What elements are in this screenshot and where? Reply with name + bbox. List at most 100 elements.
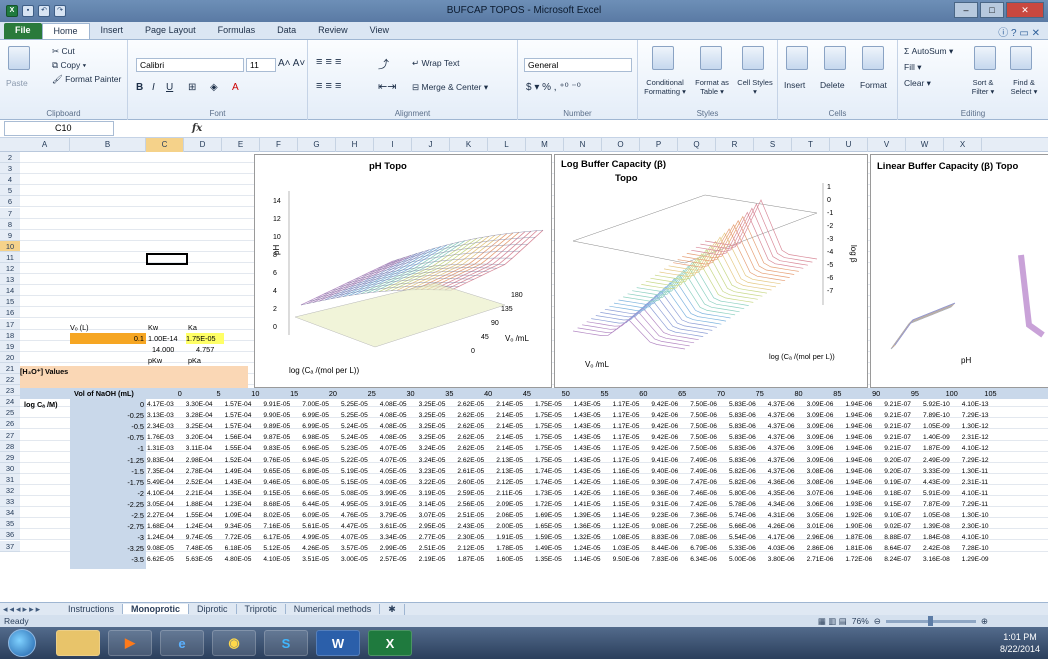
row-header[interactable]: 37 [0, 540, 20, 552]
table-cell[interactable]: 1.76E-03 [146, 432, 185, 443]
table-cell[interactable]: 4.80E-05 [224, 554, 263, 565]
table-cell[interactable]: 2.56E-05 [456, 499, 495, 510]
vol-header-cell[interactable]: 80 [767, 388, 806, 399]
zoom-slider-knob[interactable] [927, 615, 933, 626]
currency-button[interactable]: $ ▾ % , ⁺⁰ ⁻⁰ [526, 82, 581, 93]
row-header[interactable]: 2 [0, 152, 20, 164]
vol-header-cell[interactable]: 90 [844, 388, 883, 399]
column-header[interactable]: C [146, 138, 184, 152]
table-cell[interactable]: 2.98E-04 [185, 455, 224, 466]
table-cell[interactable]: 1.94E-06 [844, 399, 883, 410]
table-cell[interactable]: 6.99E-05 [301, 421, 340, 432]
table-cell[interactable]: 1.87E-05 [456, 554, 495, 565]
table-cell[interactable]: 4.47E-05 [340, 521, 379, 532]
align-top-button[interactable]: ≡ ≡ ≡ [316, 56, 341, 68]
table-cell[interactable]: 5.83E-06 [728, 410, 767, 421]
table-cell[interactable]: 3.25E-04 [185, 421, 224, 432]
row-header[interactable]: 8 [0, 218, 20, 230]
table-cell[interactable]: 4.99E-05 [301, 532, 340, 543]
table-cell[interactable]: 3.19E-05 [418, 488, 457, 499]
table-cell[interactable]: 1.59E-05 [534, 532, 573, 543]
table-cell[interactable]: 1.30E-10 [961, 510, 1000, 521]
sheet-tab-triprotic[interactable]: Triprotic [237, 604, 286, 614]
row-header[interactable]: 31 [0, 473, 20, 485]
table-cell[interactable]: 9.74E-05 [185, 532, 224, 543]
table-cell[interactable]: 7.42E-06 [689, 499, 728, 510]
font-color-button[interactable]: A [232, 82, 239, 93]
table-cell[interactable]: 1.16E-05 [612, 466, 651, 477]
table-cell[interactable]: 6.98E-05 [301, 432, 340, 443]
vol-header-cell[interactable]: 5 [185, 388, 224, 399]
delete-cells-icon[interactable] [824, 46, 846, 72]
table-cell[interactable]: 5.74E-06 [728, 510, 767, 521]
table-cell[interactable]: 3.01E-06 [806, 521, 845, 532]
vol-header-cell[interactable]: 65 [650, 388, 689, 399]
media-player-icon[interactable]: ▶ [108, 630, 152, 656]
table-cell[interactable]: 6.79E-06 [689, 543, 728, 554]
table-cell[interactable]: 1.14E-05 [573, 554, 612, 565]
table-cell[interactable]: 5.12E-05 [262, 543, 301, 554]
table-cell[interactable]: 2.06E-05 [495, 510, 534, 521]
table-cell[interactable]: 6.17E-05 [262, 532, 301, 543]
table-cell[interactable]: 2.14E-05 [495, 432, 534, 443]
table-cell[interactable]: 3.25E-05 [418, 432, 457, 443]
table-cell[interactable]: 2.49E-09 [922, 455, 961, 466]
table-cell[interactable]: 1.55E-04 [185, 510, 224, 521]
table-cell[interactable]: 9.21E-07 [883, 399, 922, 410]
table-cell[interactable]: 3.08E-06 [806, 477, 845, 488]
table-cell[interactable]: 6.34E-06 [689, 554, 728, 565]
table-cell[interactable]: 4.76E-05 [340, 510, 379, 521]
table-cell[interactable]: 1.94E-06 [844, 432, 883, 443]
insert-cells-icon[interactable] [786, 46, 808, 72]
table-cell[interactable]: 1.94E-06 [844, 421, 883, 432]
sheet-tab-instructions[interactable]: Instructions [60, 604, 124, 614]
table-cell[interactable]: 1.40E-09 [922, 432, 961, 443]
table-cell[interactable]: 5.83E-06 [728, 421, 767, 432]
table-cell[interactable]: 4.37E-06 [767, 399, 806, 410]
vol-header-cell[interactable]: 95 [883, 388, 922, 399]
table-cell[interactable]: 7.87E-09 [922, 499, 961, 510]
table-cell[interactable]: 7.47E-06 [689, 477, 728, 488]
vol-header-cell[interactable]: 35 [418, 388, 457, 399]
vo-label[interactable]: Vₒ (L) [70, 322, 89, 333]
table-cell[interactable]: 9.15E-05 [262, 488, 301, 499]
table-cell[interactable]: 2.78E-04 [185, 466, 224, 477]
table-cell[interactable]: 3.07E-05 [418, 510, 457, 521]
table-cell[interactable]: 1.93E-06 [844, 499, 883, 510]
table-cell[interactable]: 1.78E-05 [495, 543, 534, 554]
vol-header-cell[interactable]: 40 [456, 388, 495, 399]
table-cell[interactable]: 5.83E-06 [728, 399, 767, 410]
table-cell[interactable]: 2.62E-05 [456, 421, 495, 432]
table-cell[interactable]: 3.23E-05 [418, 466, 457, 477]
log-c-cell[interactable]: -0.5 [70, 421, 146, 432]
table-cell[interactable]: 8.24E-07 [883, 554, 922, 565]
table-cell[interactable]: 3.28E-04 [185, 410, 224, 421]
table-cell[interactable]: 9.46E-05 [262, 477, 301, 488]
table-cell[interactable]: 2.14E-05 [495, 410, 534, 421]
table-cell[interactable]: 3.09E-06 [806, 421, 845, 432]
table-cell[interactable]: 1.42E-05 [573, 477, 612, 488]
table-cell[interactable]: 5.63E-05 [185, 554, 224, 565]
table-cell[interactable]: 3.91E-05 [379, 499, 418, 510]
vol-naoh-label[interactable]: Vol of NaOH (mL) [74, 388, 134, 399]
table-cell[interactable]: 5.83E-06 [728, 443, 767, 454]
column-header[interactable]: F [260, 138, 298, 152]
table-cell[interactable]: 1.56E-04 [224, 432, 263, 443]
column-header[interactable]: U [830, 138, 868, 152]
table-cell[interactable]: 9.91E-05 [262, 399, 301, 410]
table-cell[interactable]: 1.88E-04 [185, 499, 224, 510]
table-cell[interactable]: 2.95E-05 [418, 521, 457, 532]
conditional-formatting-icon[interactable] [652, 46, 674, 72]
table-cell[interactable]: 4.10E-11 [961, 488, 1000, 499]
table-cell[interactable]: 1.43E-05 [573, 421, 612, 432]
fill-color-button[interactable]: ◈ [210, 82, 218, 93]
table-cell[interactable]: 5.66E-06 [728, 521, 767, 532]
table-cell[interactable]: 4.37E-06 [767, 432, 806, 443]
table-cell[interactable]: 2.62E-05 [456, 410, 495, 421]
chrome-icon[interactable]: ◉ [212, 630, 256, 656]
vol-header-cell[interactable]: 105 [961, 388, 1000, 399]
table-cell[interactable]: 1.75E-05 [534, 410, 573, 421]
table-cell[interactable]: 1.43E-05 [573, 410, 612, 421]
table-cell[interactable]: 6.18E-05 [224, 543, 263, 554]
table-cell[interactable]: 2.27E-04 [146, 510, 185, 521]
